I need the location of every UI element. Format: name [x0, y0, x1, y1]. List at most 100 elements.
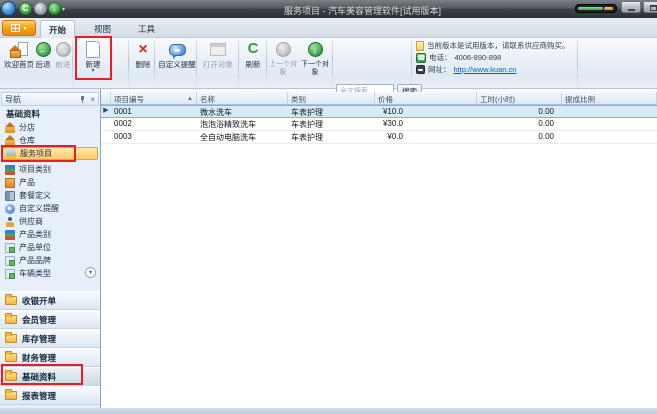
sidebar-item-supplier[interactable]: 供应商 [2, 215, 98, 228]
sidebar-item-custom-reminder[interactable]: 自定义提醒 [2, 202, 98, 215]
minimize-button[interactable] [621, 1, 641, 13]
cell-ratio [562, 118, 657, 130]
sidebar-group-billing[interactable]: 收银开单 [0, 291, 100, 310]
tab-start[interactable]: 开始 [40, 20, 75, 38]
maximize-button[interactable] [643, 1, 657, 13]
tab-tools[interactable]: 工具 [130, 20, 163, 38]
sidebar-group-label: 报表管理 [22, 390, 56, 402]
sidebar-item-vehicle-type[interactable]: 车辆类型 [2, 267, 98, 280]
sidebar-item-label: 车辆类型 [19, 268, 51, 279]
ribbon-tab-row: ▾ 开始 视图 工具 [0, 18, 657, 38]
version-phone-line: ☎ 电话： 4006-890-898 [416, 52, 501, 63]
sidebar-group-inventory[interactable]: 库存管理 [0, 329, 100, 348]
sidebar-item-branch[interactable]: 分店 [2, 121, 98, 134]
grid-indicator-header [101, 92, 111, 105]
cell-category: 车表护理 [288, 131, 375, 143]
sidebar-group-members[interactable]: 会员管理 [0, 310, 100, 329]
forward-button[interactable]: → 前进 [53, 40, 73, 69]
refresh-icon: C [248, 41, 259, 58]
sidebar-group-label: 财务管理 [22, 352, 56, 364]
product-category-icon [5, 230, 15, 240]
quick-up-icon[interactable]: ↑ [34, 2, 47, 15]
group-separator [332, 40, 333, 85]
cell-category: 车表护理 [288, 118, 375, 130]
cell-hours: 0.00 [477, 131, 562, 143]
column-header-price[interactable]: 价格 [375, 92, 477, 105]
cell-name: 泡泡浴精致洗车 [197, 118, 288, 130]
table-row[interactable]: 0002 泡泡浴精致洗车 车表护理 ¥30.0 0.00 [101, 118, 657, 131]
group-separator [128, 40, 129, 85]
folder-icon [5, 315, 17, 324]
sidebar-item-label: 分店 [19, 122, 35, 133]
row-indicator-icon: ▶ [101, 106, 111, 117]
next-object-label: 下一个对象 [301, 61, 329, 76]
sidebar-item-product[interactable]: 产品 [2, 176, 98, 189]
refresh-label: 刷新 [246, 60, 261, 69]
sidebar-pane-title: 导航 [5, 94, 21, 105]
site-link[interactable]: http://www.kuan.cn [454, 65, 517, 74]
group-separator [238, 40, 239, 85]
annotation-box-new-button [75, 36, 112, 80]
phone-label: 电话： [429, 52, 452, 63]
sidebar-item-product-category[interactable]: 产品类别 [2, 228, 98, 241]
sidebar-item-label: 产品类别 [19, 229, 51, 240]
sidebar-group-label: 会员管理 [22, 314, 56, 326]
sidebar-item-product-brand[interactable]: 产品品牌 [2, 254, 98, 267]
group-separator [411, 40, 412, 85]
custom-reminder-button[interactable]: 自定义提醒 [157, 40, 197, 69]
title-bar: C ↑ ↓ ▾ 服务项目 - 汽车美容管理软件[试用版本] [0, 0, 657, 18]
column-header-name[interactable]: 名称 [197, 92, 288, 105]
row-indicator [101, 131, 111, 143]
pin-icon[interactable] [79, 96, 86, 103]
quick-access-dropdown-icon[interactable]: ▾ [62, 6, 65, 13]
version-site-line: 网址： http://www.kuan.cn [416, 64, 516, 75]
sidebar-close-icon[interactable]: × [90, 96, 95, 103]
prev-object-button[interactable]: ↑ 上一个对象 [266, 40, 300, 76]
next-object-button[interactable]: ↓ 下一个对象 [298, 40, 332, 76]
table-row[interactable]: 0003 全自动电脑洗车 车表护理 ¥0.0 0.00 [101, 131, 657, 144]
website-icon [416, 65, 425, 74]
refresh-button[interactable]: C 刷新 [240, 40, 266, 69]
maximize-icon [650, 5, 657, 11]
column-header-code[interactable]: 项目编号▲ [111, 92, 197, 105]
navbar-overflow-chevron-icon[interactable]: ▾ [85, 267, 96, 278]
sidebar-group-reports[interactable]: 报表管理 [0, 386, 100, 405]
column-header-label: 工时(小时) [480, 94, 515, 105]
window-title: 服务项目 - 汽车美容管理软件[试用版本] [284, 4, 441, 17]
column-header-ratio[interactable]: 提成比例 [562, 92, 657, 105]
back-button[interactable]: ← 后退 [33, 40, 53, 69]
delete-button[interactable]: × 删除 [132, 40, 154, 69]
column-header-label: 类别 [291, 94, 306, 105]
application-menu-button[interactable]: ▾ [2, 20, 36, 36]
sort-ascending-icon: ▲ [187, 96, 193, 102]
table-row[interactable]: ▶ 0001 微水洗车 车表护理 ¥10.0 0.00 [101, 105, 657, 118]
trial-progress-orange [604, 7, 613, 10]
sidebar-item-project-category[interactable]: 项目类别 [2, 163, 98, 176]
next-object-icon: ↓ [308, 42, 323, 57]
phone-number: 4006-890-898 [455, 53, 502, 62]
column-header-label: 提成比例 [565, 94, 595, 105]
delete-label: 删除 [136, 60, 151, 69]
sidebar-item-label: 项目类别 [19, 164, 51, 175]
sidebar-item-label: 产品品牌 [19, 255, 51, 266]
column-header-hours[interactable]: 工时(小时) [477, 92, 562, 105]
sidebar-item-product-unit[interactable]: 产品单位 [2, 241, 98, 254]
welcome-home-label: 欢迎首页 [4, 60, 34, 69]
cell-hours: 0.00 [477, 106, 562, 117]
welcome-home-button[interactable]: 欢迎首页 [2, 40, 36, 69]
cell-code: 0001 [111, 106, 197, 117]
app-logo-icon[interactable] [1, 1, 16, 16]
custom-reminder-icon [5, 204, 15, 214]
cell-code: 0002 [111, 118, 197, 130]
cell-category: 车表护理 [288, 106, 375, 117]
quick-down-icon[interactable]: ↓ [48, 2, 61, 15]
column-header-label: 名称 [200, 94, 215, 105]
column-header-category[interactable]: 类别 [288, 92, 375, 105]
sidebar-item-label: 产品 [19, 177, 35, 188]
sidebar-item-label: 套餐定义 [19, 190, 51, 201]
sidebar-item-package[interactable]: 套餐定义 [2, 189, 98, 202]
open-object-button[interactable]: 打开对象 [198, 40, 238, 69]
navigation-sidebar: 导航 × 基础资料 分店 仓库 服务项目 项目类别 产品 套餐定义 自定义提醒 … [0, 89, 101, 408]
quick-refresh-icon[interactable]: C [19, 2, 32, 15]
reminder-label: 自定义提醒 [158, 60, 196, 69]
